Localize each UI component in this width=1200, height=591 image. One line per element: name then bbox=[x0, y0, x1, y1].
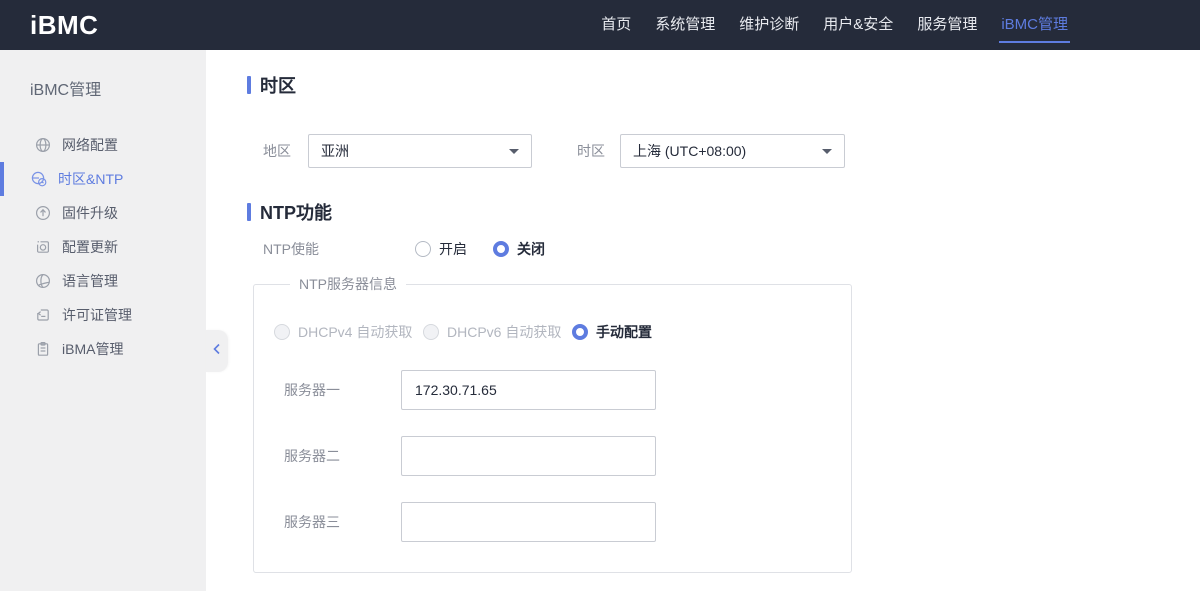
ntp-server-info-group: NTP服务器信息 DHCPv4 自动获取 DHCPv6 自动获取 手动配置 服务… bbox=[253, 274, 852, 573]
config-update-icon bbox=[34, 239, 51, 256]
sidebar-item-config-update[interactable]: 配置更新 bbox=[0, 230, 206, 264]
radio-disabled-icon bbox=[423, 324, 439, 340]
nav-ibmc-management[interactable]: iBMC管理 bbox=[999, 0, 1070, 50]
server-one-row: 服务器一 bbox=[274, 370, 851, 410]
region-selected-value: 亚洲 bbox=[321, 143, 349, 159]
ntp-enable-row: NTP使能 开启 关闭 bbox=[263, 239, 1200, 259]
region-select[interactable]: 亚洲 bbox=[308, 134, 532, 168]
nav-service-management[interactable]: 服务管理 bbox=[915, 0, 979, 50]
top-header: iBMC 首页 系统管理 维护诊断 用户&安全 服务管理 iBMC管理 bbox=[0, 0, 1200, 50]
chevron-down-icon bbox=[509, 148, 519, 154]
sidebar-menu: 网络配置 时区&NTP 固件升级 配置更新 语言管理 许可证管理 iBMA管理 bbox=[0, 128, 206, 366]
timezone-section-title: 时区 bbox=[247, 75, 1200, 96]
nav-system-management[interactable]: 系统管理 bbox=[653, 0, 717, 50]
nav-maintenance-diagnostics[interactable]: 维护诊断 bbox=[737, 0, 801, 50]
server-three-label: 服务器三 bbox=[284, 514, 340, 530]
ntp-section-title: NTP功能 bbox=[247, 202, 1200, 223]
sidebar: iBMC管理 网络配置 时区&NTP 固件升级 配置更新 语言管理 许可证管理 … bbox=[0, 50, 228, 591]
language-icon bbox=[34, 273, 51, 290]
sidebar-item-label: 时区&NTP bbox=[58, 171, 124, 187]
manual-config-radio[interactable]: 手动配置 bbox=[572, 322, 652, 342]
timezone-ntp-icon bbox=[30, 171, 47, 188]
server-one-label: 服务器一 bbox=[284, 382, 340, 398]
license-icon bbox=[34, 307, 51, 324]
sidebar-item-label: 网络配置 bbox=[62, 137, 118, 153]
sidebar-item-firmware-upgrade[interactable]: 固件升级 bbox=[0, 196, 206, 230]
ibma-icon bbox=[34, 341, 51, 358]
ntp-server-info-legend: NTP服务器信息 bbox=[299, 276, 397, 292]
sidebar-item-ibma-management[interactable]: iBMA管理 bbox=[0, 332, 206, 366]
sidebar-collapse-toggle[interactable] bbox=[206, 330, 228, 372]
section-title-text: NTP功能 bbox=[260, 203, 332, 223]
network-icon bbox=[34, 137, 51, 154]
chevron-down-icon bbox=[822, 148, 832, 154]
server-two-label: 服务器二 bbox=[284, 448, 340, 464]
timezone-field-row: 地区 亚洲 时区 上海 (UTC+08:00) bbox=[263, 134, 1200, 168]
timezone-select[interactable]: 上海 (UTC+08:00) bbox=[620, 134, 845, 168]
sidebar-item-label: iBMA管理 bbox=[62, 341, 124, 357]
ntp-mode-row: DHCPv4 自动获取 DHCPv6 自动获取 手动配置 bbox=[274, 322, 851, 342]
radio-checked-icon bbox=[572, 324, 588, 340]
sidebar-item-license-management[interactable]: 许可证管理 bbox=[0, 298, 206, 332]
ntp-enable-label: NTP使能 bbox=[263, 241, 319, 257]
sidebar-item-language-management[interactable]: 语言管理 bbox=[0, 264, 206, 298]
chevron-left-icon bbox=[212, 342, 222, 360]
server-one-input[interactable] bbox=[401, 370, 656, 410]
title-accent-bar bbox=[247, 76, 251, 94]
sidebar-item-timezone-ntp[interactable]: 时区&NTP bbox=[0, 162, 206, 196]
sidebar-item-label: 语言管理 bbox=[62, 273, 118, 289]
sidebar-title: iBMC管理 bbox=[30, 82, 102, 99]
dhcpv6-auto-radio[interactable]: DHCPv6 自动获取 bbox=[423, 322, 572, 342]
sidebar-item-label: 固件升级 bbox=[62, 205, 118, 221]
ntp-enable-off-radio[interactable]: 关闭 bbox=[493, 239, 545, 259]
region-label: 地区 bbox=[263, 143, 291, 159]
sidebar-item-network-config[interactable]: 网络配置 bbox=[0, 128, 206, 162]
sidebar-item-label: 配置更新 bbox=[62, 239, 118, 255]
section-title-text: 时区 bbox=[260, 76, 296, 96]
timezone-label: 时区 bbox=[577, 143, 605, 159]
server-three-input[interactable] bbox=[401, 502, 656, 542]
nav-user-security[interactable]: 用户&安全 bbox=[821, 0, 895, 50]
radio-unchecked-icon bbox=[415, 241, 431, 257]
firmware-upgrade-icon bbox=[34, 205, 51, 222]
ntp-enable-on-radio[interactable]: 开启 bbox=[415, 239, 467, 259]
server-two-input[interactable] bbox=[401, 436, 656, 476]
nav-home[interactable]: 首页 bbox=[599, 0, 633, 50]
server-two-row: 服务器二 bbox=[274, 436, 851, 476]
radio-checked-icon bbox=[493, 241, 509, 257]
timezone-selected-value: 上海 (UTC+08:00) bbox=[633, 143, 747, 159]
title-accent-bar bbox=[247, 203, 251, 221]
top-nav: 首页 系统管理 维护诊断 用户&安全 服务管理 iBMC管理 bbox=[579, 0, 1200, 50]
server-three-row: 服务器三 bbox=[274, 502, 851, 542]
main-content: 时区 地区 亚洲 时区 上海 (UTC+08:00) NTP功能 NTP使能 开… bbox=[206, 50, 1200, 591]
radio-disabled-icon bbox=[274, 324, 290, 340]
sidebar-item-label: 许可证管理 bbox=[62, 307, 132, 323]
dhcpv4-auto-radio[interactable]: DHCPv4 自动获取 bbox=[274, 322, 423, 342]
ibmc-logo: iBMC bbox=[30, 9, 99, 40]
